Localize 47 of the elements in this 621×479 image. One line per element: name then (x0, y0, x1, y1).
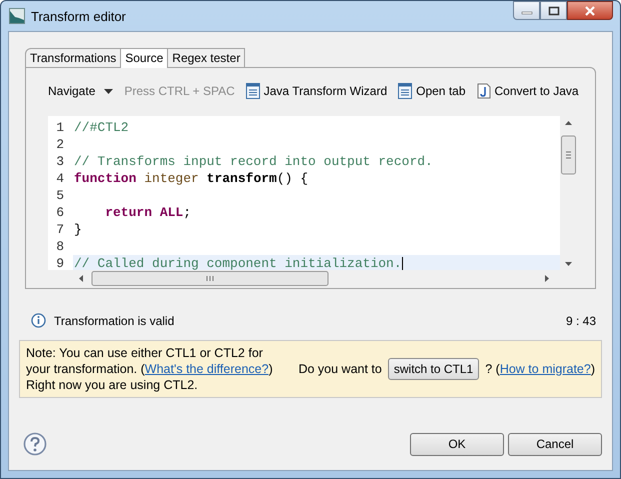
line-number: 8 (55, 239, 64, 254)
note-text: Note: You can use either CTL1 or CTL2 for your transformation. (What's the difference?) Right now you are using CTL2. (26, 345, 274, 393)
line-number: 1 (55, 120, 64, 135)
migrate-text: ? (How to migrate?) (485, 362, 595, 376)
java-file-icon (476, 83, 490, 99)
dialog-button[interactable]: OK (410, 432, 504, 456)
info-icon (31, 313, 46, 328)
migrate-link[interactable]: How to migrate? (500, 362, 591, 376)
maximize-button[interactable] (540, 1, 567, 20)
cursor-position: 9 : 43 (566, 314, 596, 328)
code-editor[interactable]: 1 //#CTL2 2 3 // Transforms input record into output record. 4 function integer transform() { 5 6 return ALL; 7 } 8 9 // Called during component initialization. (48, 116, 560, 270)
caret-icon (104, 88, 114, 94)
code-line: function integer transform() { (74, 171, 308, 186)
document-icon (398, 83, 412, 99)
line-number: 5 (55, 188, 64, 203)
close-icon (584, 6, 596, 16)
help-icon[interactable] (23, 432, 47, 456)
hint-text: Press CTRL + SPAC (124, 84, 235, 98)
line-number: 6 (55, 205, 64, 220)
line-number: 7 (55, 222, 64, 237)
tab[interactable]: Transformations (25, 48, 122, 67)
code-line: } (74, 222, 82, 237)
tab[interactable]: Source (120, 48, 168, 68)
status-message: Transformation is valid (54, 314, 174, 328)
navigate-dropdown[interactable]: Navigate (48, 84, 114, 98)
dialog-button[interactable]: Cancel (508, 432, 602, 456)
toolbar-button[interactable]: Java Transform Wizard (246, 83, 388, 99)
question-text: Do you want to (298, 362, 382, 376)
window-title: Transform editor (31, 8, 126, 24)
code-line: return ALL; (104, 205, 192, 220)
document-icon (246, 83, 260, 99)
line-number: 2 (55, 137, 64, 152)
switch-button[interactable]: switch to CTL1 (388, 358, 480, 380)
code-line: // Called during component initialization. (74, 256, 403, 270)
line-number: 4 (55, 171, 64, 186)
difference-link[interactable]: What's the difference? (144, 362, 269, 376)
line-number: 9 (55, 256, 64, 270)
toolbar-button[interactable]: Convert to Java (476, 83, 579, 99)
minimize-button[interactable] (513, 1, 540, 20)
close-button[interactable] (567, 1, 613, 20)
tab[interactable]: Regex tester (167, 48, 246, 67)
code-line: //#CTL2 (74, 120, 129, 135)
line-number: 3 (55, 154, 64, 169)
code-line: // Transforms input record into output record. (74, 154, 433, 169)
app-icon (9, 8, 25, 24)
maximize-icon (548, 6, 560, 16)
toolbar-button[interactable]: Open tab (398, 83, 466, 99)
